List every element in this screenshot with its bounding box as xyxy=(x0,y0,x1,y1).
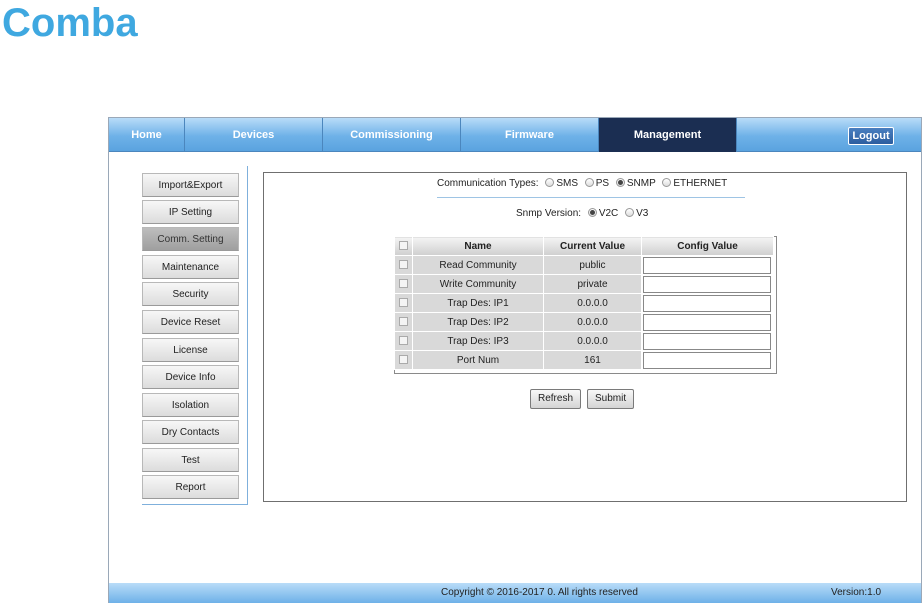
table-row: Trap Des: IP1 0.0.0.0 xyxy=(394,293,774,313)
row-name: Write Community xyxy=(412,274,544,294)
row-current-value: 0.0.0.0 xyxy=(543,331,642,351)
submit-button[interactable]: Submit xyxy=(587,389,635,409)
row-current-value: 161 xyxy=(543,350,642,370)
sidebar-item-maintenance[interactable]: Maintenance xyxy=(142,255,239,279)
comba-logo: Comba xyxy=(2,1,138,45)
row-name: Trap Des: IP2 xyxy=(412,312,544,332)
column-header-current-value: Current Value xyxy=(543,236,642,256)
sidebar-item-ip-setting[interactable]: IP Setting xyxy=(142,200,239,224)
column-header-name: Name xyxy=(412,236,544,256)
snmp-version-row: Snmp Version: V2C V3 xyxy=(516,208,648,219)
sidebar-item-license[interactable]: License xyxy=(142,338,239,362)
type-ethernet-option[interactable]: ETHERNET xyxy=(662,178,727,189)
type-snmp-option[interactable]: SNMP xyxy=(615,178,656,189)
table-row: Write Community private xyxy=(394,274,774,294)
row-name: Port Num xyxy=(412,350,544,370)
row-checkbox[interactable] xyxy=(399,336,408,346)
config-value-input[interactable] xyxy=(643,256,771,274)
table-row: Port Num 161 xyxy=(394,350,774,370)
snmp-config-table: Name Current Value Config Value Read Com… xyxy=(394,236,774,370)
sidebar-item-report[interactable]: Report xyxy=(142,475,239,499)
nav-management[interactable]: Management xyxy=(599,118,737,152)
radio-icon[interactable] xyxy=(584,178,594,187)
row-checkbox[interactable] xyxy=(399,317,408,327)
snmp-version-label: Snmp Version: xyxy=(516,208,582,219)
svg-text:Comba: Comba xyxy=(2,1,138,45)
nav-devices[interactable]: Devices xyxy=(185,118,323,152)
table-header-row: Name Current Value Config Value xyxy=(394,236,774,256)
config-value-input[interactable] xyxy=(643,275,771,293)
app-window: Home Devices Commissioning Firmware Mana… xyxy=(108,117,922,603)
row-name: Trap Des: IP3 xyxy=(412,331,544,351)
config-value-input[interactable] xyxy=(643,351,771,369)
nav-home[interactable]: Home xyxy=(109,118,185,152)
radio-selected-icon[interactable] xyxy=(615,178,625,187)
sidebar-item-comm-setting[interactable]: Comm. Setting xyxy=(142,227,239,251)
row-current-value: public xyxy=(543,255,642,275)
version-v2c-option[interactable]: V2C xyxy=(587,208,618,219)
select-all-checkbox[interactable] xyxy=(399,241,408,251)
sidebar-item-import-export[interactable]: Import&Export xyxy=(142,173,239,197)
sidebar-item-device-info[interactable]: Device Info xyxy=(142,365,239,389)
column-header-config-value: Config Value xyxy=(641,236,774,256)
row-name: Trap Des: IP1 xyxy=(412,293,544,313)
refresh-button[interactable]: Refresh xyxy=(530,389,582,409)
nav-commissioning[interactable]: Commissioning xyxy=(323,118,461,152)
row-checkbox[interactable] xyxy=(399,279,408,289)
row-checkbox[interactable] xyxy=(399,355,408,365)
config-value-input[interactable] xyxy=(643,313,771,331)
version-v3-option[interactable]: V3 xyxy=(625,208,648,219)
row-current-value: 0.0.0.0 xyxy=(543,293,642,313)
sidebar-item-test[interactable]: Test xyxy=(142,448,239,472)
copyright-text: Copyright © 2016-2017 0. All rights rese… xyxy=(441,587,638,598)
row-name: Read Community xyxy=(412,255,544,275)
radio-selected-icon[interactable] xyxy=(587,208,597,217)
config-value-input[interactable] xyxy=(643,294,771,312)
row-checkbox[interactable] xyxy=(399,298,408,308)
config-value-input[interactable] xyxy=(643,332,771,350)
table-row: Trap Des: IP2 0.0.0.0 xyxy=(394,312,774,332)
type-sms-option[interactable]: SMS xyxy=(545,178,578,189)
row-current-value: 0.0.0.0 xyxy=(543,312,642,332)
radio-icon[interactable] xyxy=(625,208,635,217)
top-nav: Home Devices Commissioning Firmware Mana… xyxy=(109,118,921,152)
communication-types-row: Communication Types: SMS PS SNMP ETHERNE… xyxy=(437,178,745,198)
radio-icon[interactable] xyxy=(545,178,555,187)
version-text: Version:1.0 xyxy=(831,587,882,598)
sidebar-item-device-reset[interactable]: Device Reset xyxy=(142,310,239,334)
sidebar-item-security[interactable]: Security xyxy=(142,282,239,306)
comm-setting-panel: Communication Types: SMS PS SNMP ETHERNE… xyxy=(263,172,907,502)
footer: Copyright © 2016-2017 0. All rights rese… xyxy=(109,583,921,603)
sidebar-item-dry-contacts[interactable]: Dry Contacts xyxy=(142,420,239,444)
logout-button[interactable]: Logout xyxy=(848,127,894,145)
sidebar: Import&Export IP Setting Comm. Setting M… xyxy=(142,166,248,505)
communication-types-label: Communication Types: xyxy=(437,178,539,189)
row-checkbox[interactable] xyxy=(399,260,408,270)
type-ps-option[interactable]: PS xyxy=(584,178,609,189)
row-current-value: private xyxy=(543,274,642,294)
table-row: Read Community public xyxy=(394,255,774,275)
sidebar-item-isolation[interactable]: Isolation xyxy=(142,393,239,417)
select-all-cell xyxy=(394,236,413,256)
radio-icon[interactable] xyxy=(662,178,672,187)
table-row: Trap Des: IP3 0.0.0.0 xyxy=(394,331,774,351)
nav-firmware[interactable]: Firmware xyxy=(461,118,599,152)
